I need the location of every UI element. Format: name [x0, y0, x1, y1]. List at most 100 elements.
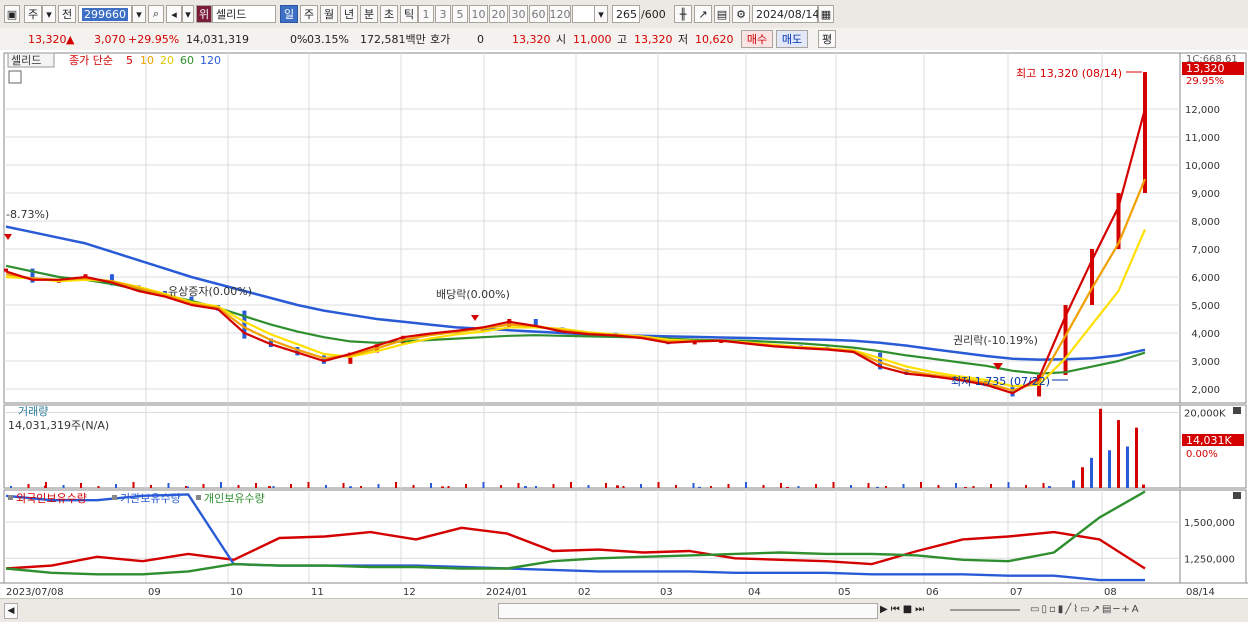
- volume-bar-small: [1025, 485, 1027, 488]
- volume-bar-small: [150, 485, 152, 488]
- minute-button-30[interactable]: 30: [509, 5, 528, 23]
- ma-legend-10: 10: [140, 54, 154, 67]
- count-total: /600: [641, 7, 666, 21]
- holdings-legend-marker: [8, 495, 13, 500]
- hoga-value: 0: [477, 32, 484, 46]
- market-select[interactable]: 주: [24, 5, 42, 23]
- search-icon[interactable]: ⌕: [148, 5, 164, 23]
- volume-bar: [876, 486, 879, 488]
- price-tick-label: 10,000: [1185, 161, 1220, 172]
- volume-bar-small: [867, 483, 870, 488]
- price-tick-label: 5,000: [1191, 301, 1220, 312]
- volume-bar: [1117, 420, 1120, 488]
- period-tab-4[interactable]: 분: [360, 5, 378, 23]
- period-tab-5[interactable]: 초: [380, 5, 398, 23]
- volume-bar-small: [307, 482, 310, 488]
- stock-name-field[interactable]: 셀리드: [212, 5, 276, 23]
- period-tab-6[interactable]: 틱: [400, 5, 418, 23]
- settings-icon[interactable]: ⚙: [732, 5, 750, 23]
- period-tab-3[interactable]: 년: [340, 5, 358, 23]
- volume-bar: [964, 487, 967, 488]
- volume-bar-small: [430, 483, 432, 488]
- sell-button[interactable]: 매도: [776, 30, 808, 48]
- x-axis-label: 2023/07/08: [6, 587, 64, 598]
- count-input[interactable]: 265: [612, 5, 640, 23]
- minute-button-3[interactable]: 3: [435, 5, 451, 23]
- minute-button-10[interactable]: 10: [469, 5, 488, 23]
- date-input[interactable]: 2024/08/14: [752, 5, 820, 23]
- chart-area[interactable]: 2,000 3,000 4,000 5,000 6,000 7,000 8,000 9,000…: [0, 50, 1248, 598]
- volume-bar-small: [97, 486, 100, 488]
- high-annotation: 최고 13,320 (08/14): [1016, 67, 1122, 80]
- zoom-slider[interactable]: [950, 609, 1020, 611]
- minute-button-20[interactable]: 20: [489, 5, 508, 23]
- scroll-left-icon[interactable]: ◀: [4, 603, 18, 619]
- candle-type-icon[interactable]: ╫: [674, 5, 692, 23]
- volume-bar-small: [342, 483, 345, 488]
- extra-dropdown-icon[interactable]: ▾: [594, 5, 608, 23]
- volume-bar: [1048, 486, 1051, 488]
- holdings-tick-label: 1,500,000: [1184, 518, 1235, 529]
- volume-bar-small: [500, 485, 502, 488]
- date-value: 2024/08/14: [756, 7, 820, 21]
- volume-bar: [1072, 480, 1075, 488]
- volume-bar: [349, 486, 352, 488]
- period-tab-1[interactable]: 주: [300, 5, 318, 23]
- low-annotation: 최저 1,735 (07/22): [951, 375, 1050, 388]
- holdings-legend-marker: [196, 495, 201, 500]
- calendar-icon[interactable]: ▦: [818, 5, 834, 23]
- minute-button-5[interactable]: 5: [452, 5, 468, 23]
- scroll-thumb[interactable]: [498, 603, 878, 619]
- volume-bar-small: [587, 485, 590, 488]
- volume-bar-small: [45, 482, 47, 488]
- buy-button[interactable]: 매수: [741, 30, 773, 48]
- minute-button-120[interactable]: 120: [549, 5, 571, 23]
- volume-bar-small: [937, 485, 940, 488]
- period-tab-2[interactable]: 월: [320, 5, 338, 23]
- volume-bar-small: [797, 486, 800, 488]
- volume-bar-small: [920, 482, 922, 488]
- draw-tool-icon[interactable]: ↗: [694, 5, 712, 23]
- speaker-dropdown-icon[interactable]: ▾: [182, 5, 194, 23]
- price-candle: [1143, 72, 1147, 193]
- price-tick-label: 7,000: [1191, 245, 1220, 256]
- ma-legend-120: 120: [200, 54, 221, 67]
- stock-tag: 셀리드: [11, 54, 41, 67]
- stock-name: 셀리드: [216, 8, 247, 21]
- holdings-legend-marker: [112, 495, 117, 500]
- x-axis-label: 05: [838, 587, 851, 598]
- chart-menu-icon[interactable]: ▣: [4, 5, 20, 23]
- x-axis-label: 02: [578, 587, 591, 598]
- volume-bar-small: [570, 482, 572, 488]
- volume-tag: 14,031K: [1186, 434, 1232, 447]
- quote-bar: 13,320 ▲ 3,070 +29.95% 14,031,319 0% 03.…: [0, 28, 1248, 51]
- code-dropdown-icon[interactable]: ▾: [132, 5, 146, 23]
- volume-bar: [524, 486, 527, 488]
- wi-badge: 위: [196, 5, 212, 23]
- minute-button-1[interactable]: 1: [418, 5, 434, 23]
- chart-tools-icon[interactable]: ▭▯▫▮╱⌇▭↗▤─+A: [1030, 603, 1242, 617]
- playback-controls-icon[interactable]: ▶⏮■⏭: [880, 603, 940, 617]
- bottom-scroll-bar: ◀ ▶⏮■⏭ ▭▯▫▮╱⌇▭↗▤─+A: [0, 598, 1248, 622]
- prev-button[interactable]: 전: [58, 5, 76, 23]
- volume-bar: [786, 487, 789, 488]
- save-icon[interactable]: ▤: [714, 5, 730, 23]
- minute-button-60[interactable]: 60: [529, 5, 548, 23]
- stock-code-input[interactable]: 299660: [78, 5, 132, 23]
- volume-bar-small: [325, 485, 327, 488]
- volume-bar-small: [290, 484, 292, 488]
- eval-button[interactable]: 평: [818, 30, 836, 48]
- percent-tag: 29.95%: [1186, 76, 1224, 87]
- market-dropdown-icon[interactable]: ▾: [42, 5, 56, 23]
- price-tick-label: 2,000: [1191, 385, 1220, 396]
- volume-bar-small: [360, 486, 362, 488]
- price-tick-label: 11,000: [1185, 133, 1220, 144]
- x-axis-label: 04: [748, 587, 761, 598]
- volume-bar: [1099, 408, 1102, 488]
- volume-bar-small: [657, 482, 660, 488]
- volume-bar-small: [167, 483, 170, 488]
- period-tab-0[interactable]: 일: [280, 5, 298, 23]
- speaker-icon[interactable]: ◂: [166, 5, 182, 23]
- x-axis-label: 11: [311, 587, 324, 598]
- x-axis-label: 2024/01: [486, 587, 528, 598]
